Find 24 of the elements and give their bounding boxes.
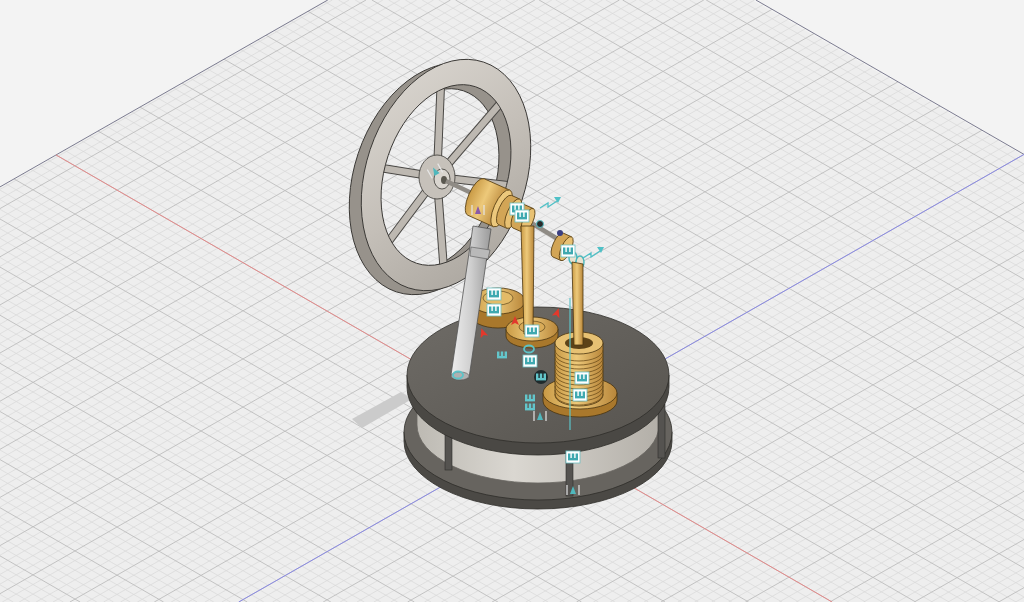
ring-marker-icon	[523, 344, 535, 354]
joint-marker-icon	[514, 209, 530, 223]
joint-marker-icon	[574, 371, 590, 385]
triangle-marker-icon	[566, 484, 580, 496]
joint-marker-icon	[572, 388, 588, 402]
joint-marker-icon	[534, 370, 548, 384]
joint-marker-icon	[560, 244, 576, 258]
dot-marker-icon	[557, 230, 563, 236]
triangle-marker-icon	[426, 163, 444, 179]
arrow-flag-icon	[582, 247, 604, 259]
shadow	[352, 392, 412, 428]
joint-marker-icon	[565, 450, 581, 464]
joint-marker-icon	[497, 351, 507, 359]
triangle-marker-icon	[471, 204, 485, 216]
ring-marker-icon	[452, 370, 464, 380]
arrow-flag-icon	[539, 197, 561, 209]
joint-marker-icon	[486, 287, 502, 301]
arrow-marker-icon	[511, 316, 519, 325]
joint-marker-icon	[524, 324, 540, 338]
joint-marker-icon	[486, 303, 502, 317]
triangle-marker-icon	[533, 410, 547, 422]
joint-marker-icon	[522, 354, 538, 368]
arrow-marker-icon	[551, 308, 560, 319]
arrow-marker-icon	[480, 328, 489, 339]
